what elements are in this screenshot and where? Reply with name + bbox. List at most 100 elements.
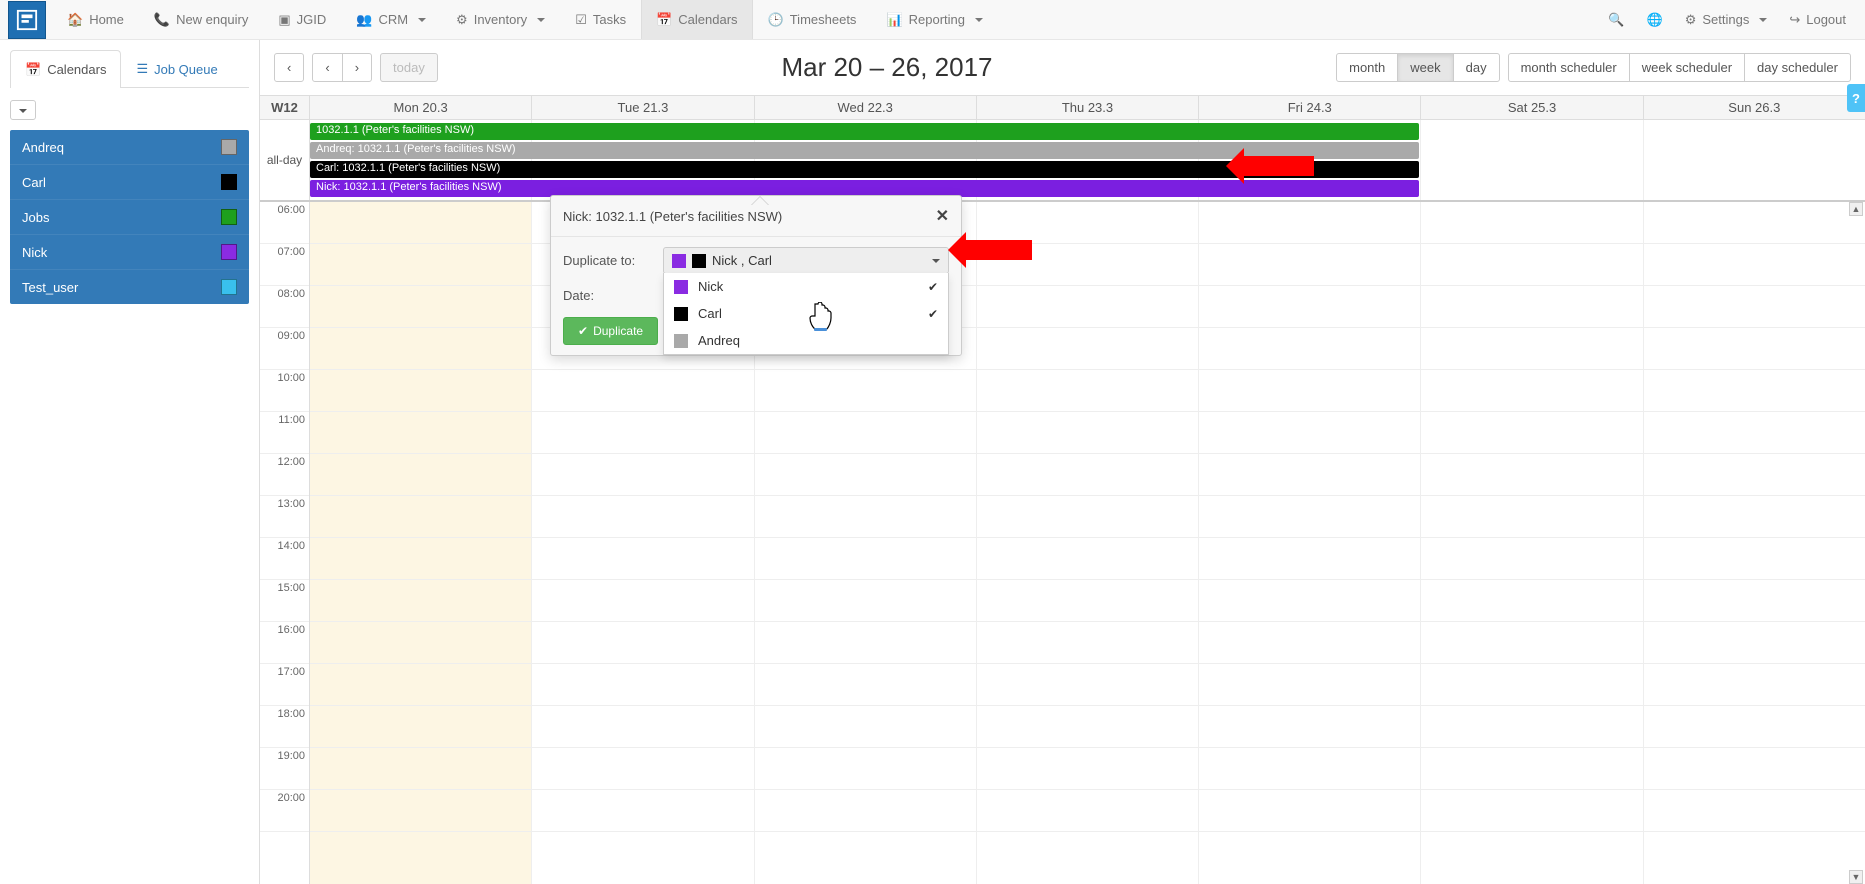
select-swatch-2 <box>692 254 706 268</box>
next-button[interactable]: › <box>342 53 372 82</box>
day-header[interactable]: Thu 23.3 <box>977 96 1199 119</box>
time-column[interactable] <box>1644 202 1865 884</box>
nav-tasks[interactable]: ☑ Tasks <box>560 0 641 39</box>
nav-inventory[interactable]: ⚙Inventory <box>441 0 560 39</box>
nav-reporting[interactable]: 📊Reporting <box>871 0 998 39</box>
day-header[interactable]: Wed 22.3 <box>755 96 977 119</box>
nav-calendars[interactable]: 📅Calendars <box>641 0 752 39</box>
nav-crm[interactable]: 👥 CRM <box>341 0 441 39</box>
calendar-item[interactable]: Test_user <box>10 269 249 304</box>
help-badge[interactable]: ? <box>1847 84 1865 112</box>
nav-timesheets[interactable]: 🕒Timesheets <box>753 0 872 39</box>
sidebar-tabs: 📅Calendars ☰Job Queue <box>10 50 249 88</box>
duplicate-to-label: Duplicate to: <box>563 253 663 268</box>
nav-logout[interactable]: ↪Logout <box>1778 0 1857 39</box>
logout-icon: ↪ <box>1789 12 1800 28</box>
hour-label: 09:00 <box>260 328 309 370</box>
popup-title: Nick: 1032.1.1 (Peter's facilities NSW) <box>563 209 782 224</box>
check-icon: ✔ <box>928 280 938 294</box>
nav-new-enquiry[interactable]: 📞New enquiry <box>139 0 263 39</box>
option-label: Nick <box>698 279 723 294</box>
allday-label: all-day <box>260 120 310 200</box>
view-day-scheduler[interactable]: day scheduler <box>1744 53 1851 82</box>
nav-tasks-label: Tasks <box>593 12 626 27</box>
view-switcher-2: month scheduler week scheduler day sched… <box>1508 53 1851 82</box>
annotation-arrow-2 <box>948 232 1032 268</box>
option-swatch <box>674 280 688 294</box>
day-header[interactable]: Sun 26.3 <box>1644 96 1865 119</box>
time-column[interactable] <box>977 202 1199 884</box>
hour-label: 20:00 <box>260 790 309 832</box>
view-week[interactable]: week <box>1397 53 1453 82</box>
main-area: ? ‹ ‹ › today Mar 20 – 26, 2017 month we… <box>260 40 1865 884</box>
calendar-item[interactable]: Carl <box>10 164 249 199</box>
tab-job-queue[interactable]: ☰Job Queue <box>121 50 232 87</box>
today-button[interactable]: today <box>380 53 438 82</box>
day-header[interactable]: Fri 24.3 <box>1199 96 1421 119</box>
nav-jgid[interactable]: ▣JGID <box>263 0 341 39</box>
calendar-item[interactable]: Nick <box>10 234 249 269</box>
time-cells <box>310 202 1865 884</box>
duplicate-button-label: Duplicate <box>593 324 643 338</box>
view-week-scheduler[interactable]: week scheduler <box>1629 53 1745 82</box>
nav-globe[interactable]: 🌐 <box>1636 0 1674 39</box>
allday-event[interactable]: 1032.1.1 (Peter's facilities NSW) <box>310 123 1419 140</box>
time-column[interactable] <box>1199 202 1421 884</box>
duplicate-button[interactable]: ✔ Duplicate <box>563 317 658 345</box>
day-header[interactable]: Tue 21.3 <box>532 96 754 119</box>
option-swatch <box>674 307 688 321</box>
day-header[interactable]: Sat 25.3 <box>1421 96 1643 119</box>
check-icon: ✔ <box>928 307 938 321</box>
view-month-scheduler[interactable]: month scheduler <box>1508 53 1630 82</box>
time-grid[interactable]: ▲ 06:0007:0008:0009:0010:0011:0012:0013:… <box>260 202 1865 884</box>
tasks-icon: ☑ <box>575 12 587 28</box>
tab-job-queue-label: Job Queue <box>154 62 218 77</box>
check-icon: ✔ <box>578 324 588 338</box>
jgid-icon: ▣ <box>278 12 290 28</box>
view-day[interactable]: day <box>1453 53 1500 82</box>
chart-icon: 📊 <box>886 12 902 28</box>
app-logo[interactable] <box>8 1 46 39</box>
dropdown-option[interactable]: Andreq <box>664 327 948 354</box>
option-swatch <box>674 334 688 348</box>
calendar-item[interactable]: Jobs <box>10 199 249 234</box>
nav-date-group: ‹ › <box>312 53 372 82</box>
gear-icon: ⚙ <box>1685 12 1697 28</box>
select-swatch-1 <box>672 254 686 268</box>
calendar-item-label: Andreq <box>22 140 64 155</box>
nav-search[interactable]: 🔍 <box>1597 0 1635 39</box>
dropdown-option[interactable]: Carl✔ <box>664 300 948 327</box>
nav-left: 🏠Home 📞New enquiry ▣JGID 👥 CRM ⚙Inventory… <box>52 0 1597 39</box>
prev-period-button[interactable]: ‹ <box>274 53 304 82</box>
globe-icon: 🌐 <box>1647 12 1663 28</box>
prev-button[interactable]: ‹ <box>312 53 342 82</box>
scroll-down-icon[interactable]: ▼ <box>1849 870 1863 884</box>
view-month[interactable]: month <box>1336 53 1398 82</box>
hour-label: 11:00 <box>260 412 309 454</box>
duplicate-dropdown: Nick✔Carl✔Andreq <box>663 273 949 355</box>
users-icon: 👥 <box>356 12 372 28</box>
time-column[interactable] <box>1421 202 1643 884</box>
calendar-item[interactable]: Andreq <box>10 130 249 164</box>
time-column[interactable] <box>310 202 532 884</box>
sidebar-filter-button[interactable] <box>10 100 36 120</box>
day-header[interactable]: Mon 20.3 <box>310 96 532 119</box>
nav-home[interactable]: 🏠Home <box>52 0 139 39</box>
phone-icon: 📞 <box>154 12 170 28</box>
calendar-item-label: Carl <box>22 175 46 190</box>
hour-label: 18:00 <box>260 706 309 748</box>
calendar-item-label: Jobs <box>22 210 49 225</box>
dropdown-option[interactable]: Nick ✔ <box>664 273 948 300</box>
tab-calendars[interactable]: 📅Calendars <box>10 50 121 88</box>
nav-crm-label: CRM <box>378 12 408 27</box>
popup-close-icon[interactable]: ✕ <box>936 206 949 226</box>
calendar-icon: 📅 <box>25 62 41 78</box>
hour-label: 06:00 <box>260 202 309 244</box>
day-header-row: W12 Mon 20.3Tue 21.3Wed 22.3Thu 23.3Fri … <box>260 96 1865 120</box>
color-swatch <box>221 139 237 155</box>
cursor-pointer-icon <box>808 302 834 332</box>
calendar-grid: W12 Mon 20.3Tue 21.3Wed 22.3Thu 23.3Fri … <box>260 95 1865 884</box>
nav-inventory-label: Inventory <box>474 12 527 27</box>
duplicate-to-select[interactable]: Nick , Carl Nick✔Carl✔Andreq <box>663 247 949 274</box>
nav-settings[interactable]: ⚙Settings <box>1674 0 1779 39</box>
